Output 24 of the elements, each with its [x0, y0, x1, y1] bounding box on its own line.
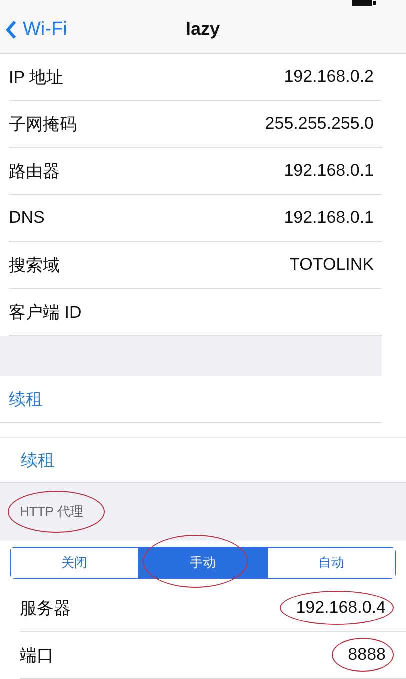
segment-button[interactable]: 手动	[138, 548, 267, 578]
row-value: 192.168.0.1	[284, 208, 374, 228]
field-value[interactable]: 192.168.0.4	[296, 598, 386, 618]
field-value[interactable]: 8888	[348, 645, 386, 665]
row-label: 路由器	[9, 160, 60, 182]
nav-title: lazy	[186, 19, 220, 40]
row-label: 子网掩码	[9, 114, 77, 136]
row-label: IP 地址	[9, 66, 64, 88]
row-label: 端口	[20, 644, 54, 666]
battery-icon	[352, 0, 376, 6]
row-value: 192.168.0.1	[284, 161, 374, 181]
section-title: HTTP 代理	[20, 503, 84, 521]
row-label: 搜索域	[9, 254, 60, 276]
row-value: 255.255.255.0	[265, 114, 374, 134]
row-label: 客户端 ID	[9, 302, 82, 324]
renew-button[interactable]: 续租	[9, 388, 43, 410]
back-button[interactable]: Wi-Fi	[0, 18, 68, 40]
segment-button[interactable]: 自动	[266, 548, 395, 578]
row-value: TOTOLINK	[290, 255, 374, 275]
row-label: 服务器	[20, 598, 71, 620]
renew-button[interactable]: 续租	[21, 448, 55, 472]
row-label: DNS	[9, 208, 45, 228]
chevron-left-icon	[6, 20, 17, 40]
row-value: 192.168.0.2	[284, 67, 374, 87]
